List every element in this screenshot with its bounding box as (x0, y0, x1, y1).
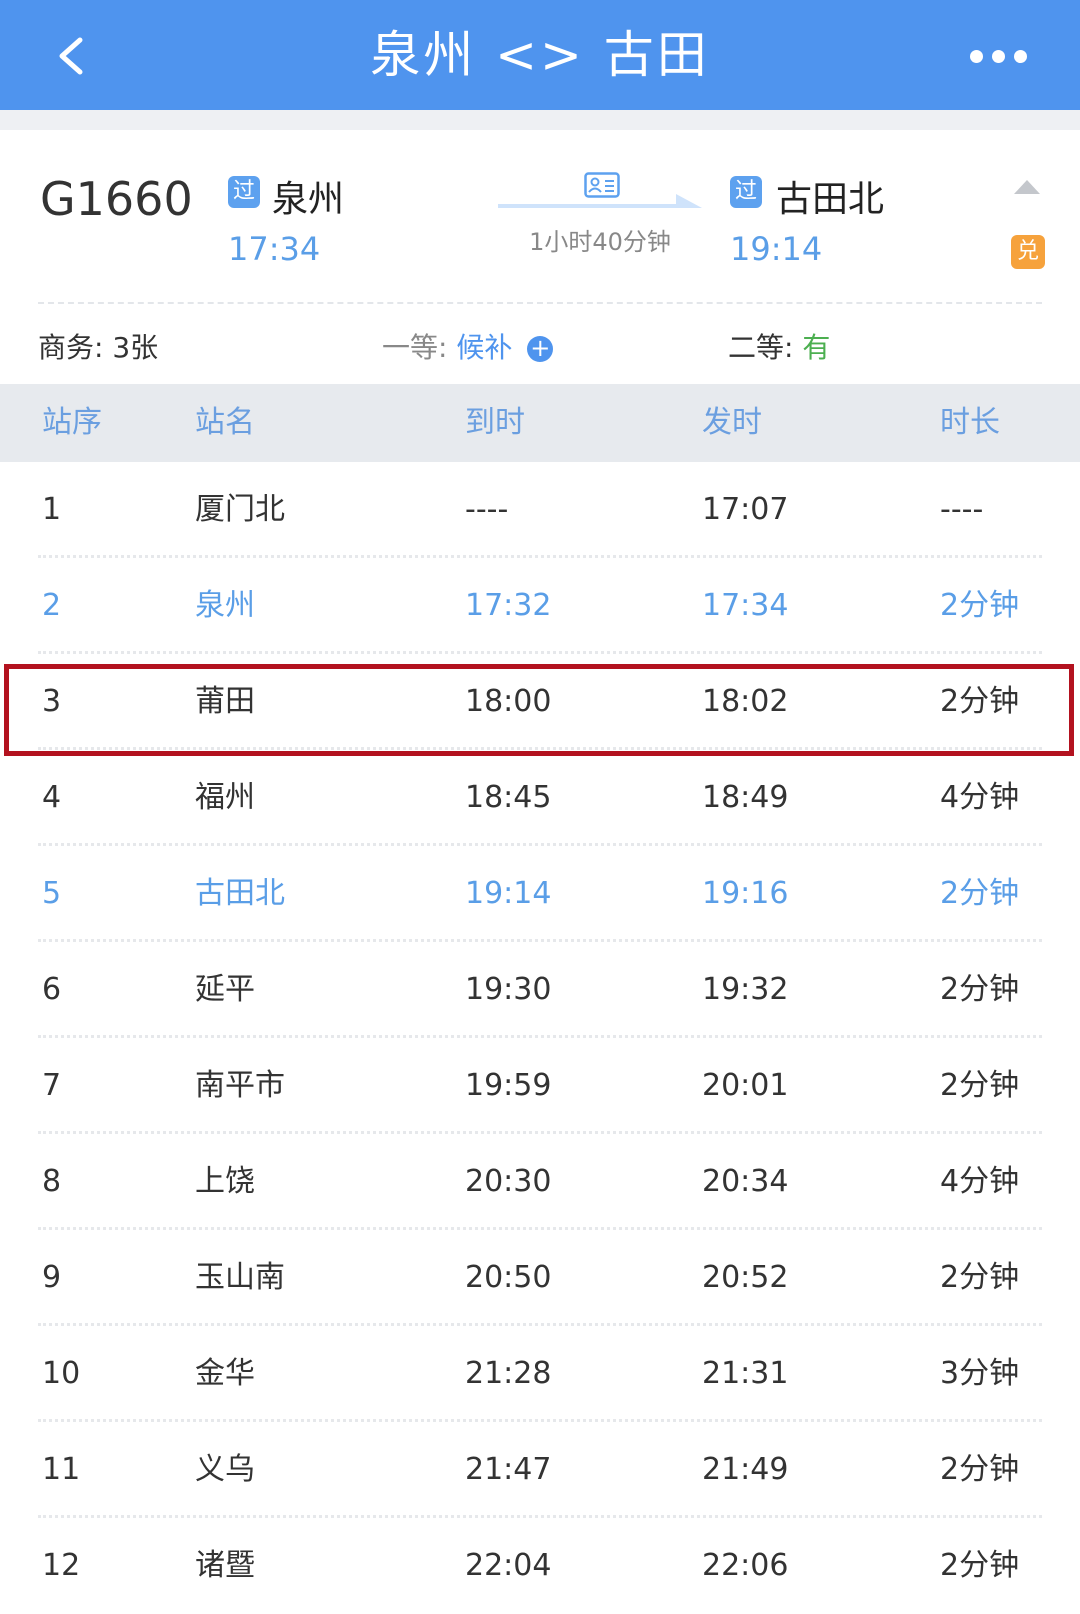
table-row[interactable]: 5 古田北 19:14 19:16 2分钟 (0, 846, 1080, 942)
cell-stay: 2分钟 (940, 1068, 1020, 1103)
cell-stay: 2分钟 (940, 1260, 1020, 1295)
section-gap (0, 110, 1080, 130)
table-row[interactable]: 2 泉州 17:32 17:34 2分钟 (0, 558, 1080, 654)
cell-station: 福州 (195, 780, 255, 815)
arrow-right-icon (498, 190, 704, 214)
cell-station: 玉山南 (195, 1260, 285, 1295)
col-stay: 时长 (940, 405, 1000, 440)
cell-stay: ---- (940, 492, 984, 527)
col-depart: 发时 (702, 405, 762, 440)
cell-arrive: 21:47 (465, 1452, 552, 1487)
cell-station: 义乌 (195, 1452, 255, 1487)
cell-arrive: 20:50 (465, 1260, 552, 1295)
travel-duration: 1小时40分钟 (529, 228, 671, 256)
cell-depart: 21:31 (702, 1356, 789, 1391)
train-number: G1660 (40, 172, 193, 226)
cell-seq: 10 (42, 1356, 81, 1391)
cell-arrive: 19:14 (465, 876, 552, 911)
col-arrive: 到时 (465, 405, 525, 440)
col-station: 站名 (195, 405, 255, 440)
table-row[interactable]: 4 福州 18:45 18:49 4分钟 (0, 750, 1080, 846)
top-nav-bar: 泉州 <> 古田 (0, 0, 1080, 110)
cell-depart: 19:32 (702, 972, 789, 1007)
table-row[interactable]: 1 厦门北 ---- 17:07 ---- (0, 462, 1080, 558)
page-title: 泉州 <> 古田 (370, 26, 710, 84)
cell-stay: 2分钟 (940, 972, 1020, 1007)
seat-second-label: 二等: (728, 331, 794, 364)
cell-station: 厦门北 (195, 492, 285, 527)
cell-depart: 17:34 (702, 588, 789, 623)
table-row[interactable]: 9 玉山南 20:50 20:52 2分钟 (0, 1230, 1080, 1326)
cell-arrive: 18:45 (465, 780, 552, 815)
seat-second-class: 二等: 有 (728, 326, 830, 366)
from-time: 17:34 (228, 230, 321, 268)
cell-seq: 5 (42, 876, 62, 911)
cell-stay: 2分钟 (940, 588, 1020, 623)
cell-stay: 2分钟 (940, 1548, 1020, 1583)
exchange-badge: 兑 (1011, 235, 1045, 269)
cell-arrive: 20:30 (465, 1164, 552, 1199)
cell-arrive: 19:30 (465, 972, 552, 1007)
cell-arrive: ---- (465, 492, 509, 527)
to-station: 古田北 (776, 179, 885, 220)
cell-arrive: 19:59 (465, 1068, 552, 1103)
cell-seq: 12 (42, 1548, 81, 1583)
cell-depart: 20:52 (702, 1260, 789, 1295)
table-row[interactable]: 6 延平 19:30 19:32 2分钟 (0, 942, 1080, 1038)
cell-stay: 4分钟 (940, 1164, 1020, 1199)
col-seq: 站序 (42, 405, 102, 440)
more-dots-icon[interactable] (970, 50, 1030, 66)
pass-badge-from: 过 (228, 176, 260, 208)
cell-station: 诸暨 (195, 1548, 255, 1583)
cell-station: 延平 (195, 972, 255, 1007)
table-row[interactable]: 10 金华 21:28 21:31 3分钟 (0, 1326, 1080, 1422)
cell-depart: 20:34 (702, 1164, 789, 1199)
table-row[interactable]: 8 上饶 20:30 20:34 4分钟 (0, 1134, 1080, 1230)
cell-stay: 4分钟 (940, 780, 1020, 815)
cell-station: 南平市 (195, 1068, 285, 1103)
table-row[interactable]: 7 南平市 19:59 20:01 2分钟 (0, 1038, 1080, 1134)
cell-arrive: 21:28 (465, 1356, 552, 1391)
seat-second-status: 有 (802, 331, 831, 364)
cell-depart: 17:07 (702, 492, 789, 527)
cell-arrive: 22:04 (465, 1548, 552, 1583)
cell-seq: 9 (42, 1260, 62, 1295)
cell-depart: 22:06 (702, 1548, 789, 1583)
seat-first-class[interactable]: 一等: 候补 + (382, 326, 554, 366)
divider (38, 302, 1042, 304)
cell-seq: 8 (42, 1164, 62, 1199)
to-time: 19:14 (730, 230, 823, 268)
cell-depart: 18:49 (702, 780, 789, 815)
pass-badge-to: 过 (730, 176, 762, 208)
cell-depart: 21:49 (702, 1452, 789, 1487)
waitlist-link[interactable]: 候补 (456, 331, 512, 364)
cell-seq: 11 (42, 1452, 81, 1487)
cell-station: 金华 (195, 1356, 255, 1391)
cell-depart: 20:01 (702, 1068, 789, 1103)
from-station: 泉州 (272, 179, 345, 220)
seat-first-label: 一等: (382, 331, 448, 364)
cell-seq: 6 (42, 972, 62, 1007)
cell-stay: 3分钟 (940, 1356, 1020, 1391)
cell-stay: 2分钟 (940, 1452, 1020, 1487)
cell-station: 古田北 (195, 876, 285, 911)
cell-arrive: 17:32 (465, 588, 552, 623)
cell-stay: 2分钟 (940, 876, 1020, 911)
caret-up-icon[interactable] (1012, 178, 1042, 196)
cell-seq: 7 (42, 1068, 62, 1103)
cell-depart: 19:16 (702, 876, 789, 911)
table-row[interactable]: 12 诸暨 22:04 22:06 2分钟 (0, 1518, 1080, 1614)
cell-seq: 1 (42, 492, 62, 527)
seat-business: 商务: 3张 (38, 331, 159, 364)
cell-station: 上饶 (195, 1164, 255, 1199)
cell-station: 泉州 (195, 588, 255, 623)
plus-circle-icon[interactable]: + (527, 336, 554, 362)
highlight-annotation-box (4, 664, 1074, 756)
table-header: 站序 站名 到时 发时 时长 (0, 384, 1080, 462)
cell-seq: 2 (42, 588, 62, 623)
cell-seq: 4 (42, 780, 62, 815)
table-row[interactable]: 11 义乌 21:47 21:49 2分钟 (0, 1422, 1080, 1518)
